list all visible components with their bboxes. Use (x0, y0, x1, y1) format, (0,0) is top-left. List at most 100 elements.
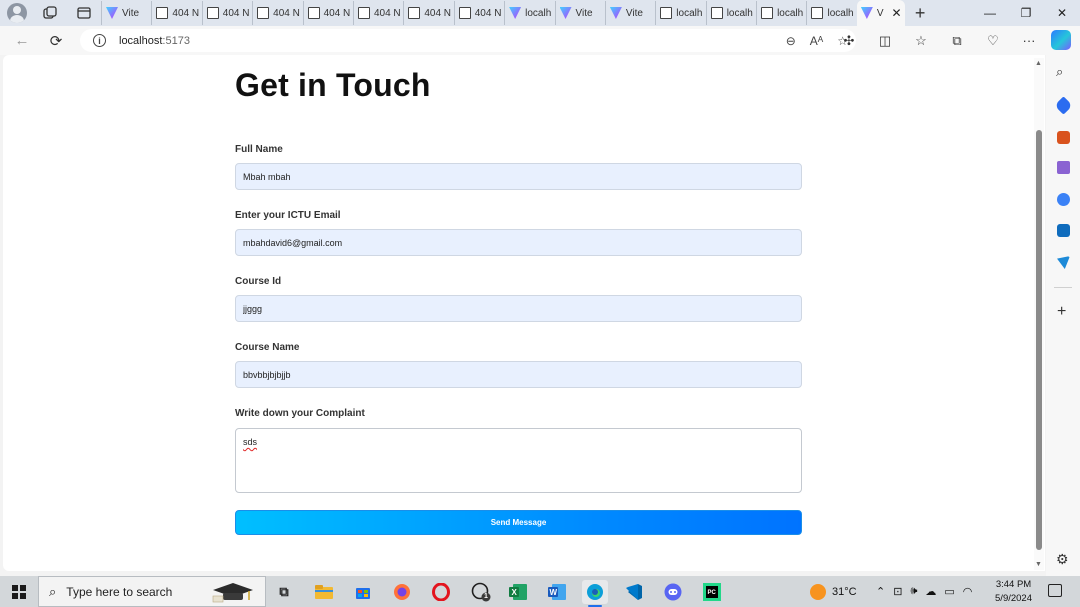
word-icon[interactable]: W (544, 580, 570, 604)
shopping-tag-icon[interactable] (1054, 96, 1073, 115)
sidebar-settings-icon[interactable]: ⚙ (1056, 551, 1069, 568)
tab-12[interactable]: localh (655, 1, 705, 25)
tab-5[interactable]: 404 N (302, 1, 353, 25)
complaint-textarea[interactable]: sds (235, 428, 802, 493)
refresh-button[interactable]: ⟳ (42, 29, 70, 53)
browser-toolbar-icons: ✣ ◫ ☆ ⧉ ♡ ··· (838, 26, 1040, 55)
address-bar[interactable]: i localhost:5173 ⊖ Aᴬ ☆ (80, 29, 856, 52)
email-label: Enter your ICTU Email (235, 210, 341, 221)
tab-6[interactable]: 404 N (352, 1, 403, 25)
vite-icon (860, 7, 873, 19)
pycharm-icon[interactable]: PC (699, 580, 725, 604)
whatsapp-badge: 1 (484, 593, 488, 600)
extensions-icon[interactable]: ✣ (838, 33, 860, 49)
more-menu-icon[interactable]: ··· (1018, 33, 1040, 48)
notification-center-icon[interactable] (1048, 584, 1062, 597)
favorites-icon[interactable]: ☆ (910, 33, 932, 49)
zoom-out-icon[interactable]: ⊖ (786, 34, 796, 48)
clock-date: 5/9/2024 (995, 593, 1032, 604)
tools-briefcase-icon[interactable] (1057, 131, 1070, 144)
workspaces-icon[interactable] (39, 2, 61, 24)
page-scrollbar[interactable]: ▲ ▼ (1034, 58, 1044, 570)
sidebar-divider (1054, 287, 1072, 288)
tab-8[interactable]: 404 N (453, 1, 504, 25)
windows-start-icon[interactable] (12, 585, 26, 599)
opera-icon[interactable] (428, 580, 454, 604)
tab-11[interactable]: Vite (604, 1, 655, 25)
read-aloud-icon[interactable]: Aᴬ (810, 34, 823, 48)
tab-2[interactable]: 404 N (151, 1, 201, 25)
office-icon[interactable] (1057, 193, 1070, 206)
tab-15[interactable]: localh (806, 1, 856, 25)
tab-14[interactable]: localh (756, 1, 806, 25)
whatsapp-icon[interactable]: 1 (468, 580, 494, 604)
site-info-icon[interactable]: i (93, 34, 106, 47)
page-icon (206, 7, 219, 19)
outlook-icon[interactable] (1057, 224, 1070, 237)
send-message-button[interactable]: Send Message (235, 510, 802, 535)
games-icon[interactable] (1057, 161, 1070, 174)
taskbar-search-box[interactable]: ⌕ Type here to search (38, 576, 266, 607)
course-id-input[interactable] (235, 295, 802, 322)
collections-icon[interactable]: ⧉ (946, 33, 968, 49)
speaker-icon[interactable]: 🕪 (910, 585, 917, 598)
svg-text:X: X (512, 588, 518, 597)
weather-temperature: 31°C (832, 585, 857, 598)
minimize-icon[interactable]: — (972, 0, 1008, 26)
browser-essentials-icon[interactable]: ♡ (982, 33, 1004, 49)
battery-icon[interactable]: ▭ (944, 585, 954, 598)
tab-10[interactable]: Vite (554, 1, 605, 25)
system-clock[interactable]: 3:44 PM 5/9/2024 (995, 578, 1032, 606)
weather-widget[interactable]: 31°C (810, 576, 857, 607)
page-icon (710, 7, 723, 19)
meet-now-icon[interactable]: ⊡ (893, 585, 902, 598)
taskbar-search-placeholder: Type here to search (66, 584, 173, 599)
show-hidden-icons-chevron-icon[interactable]: ⌃ (876, 585, 885, 598)
microsoft-store-icon[interactable] (350, 580, 376, 604)
tab-label: 404 N (323, 7, 351, 19)
task-view-icon[interactable]: ⧉ (271, 580, 297, 604)
close-tab-icon[interactable]: ✕ (892, 6, 902, 20)
tab-13[interactable]: localh (705, 1, 756, 25)
new-tab-button[interactable]: + (915, 3, 926, 24)
vscode-icon[interactable] (621, 580, 647, 604)
tab-9[interactable]: localh (504, 1, 554, 25)
page-icon (307, 7, 320, 19)
email-input[interactable] (235, 229, 802, 256)
file-explorer-icon[interactable] (311, 580, 337, 604)
search-icon[interactable]: ⌕ (1056, 64, 1063, 80)
back-button[interactable]: ← (8, 29, 36, 53)
excel-icon[interactable]: X (505, 580, 531, 604)
restore-icon[interactable]: ❐ (1008, 0, 1044, 26)
firefox-icon[interactable] (389, 580, 415, 604)
tab-label: localh (726, 7, 753, 19)
course-name-input[interactable] (235, 361, 802, 388)
copilot-icon[interactable] (1051, 30, 1071, 50)
page-viewport: Get in Touch Full Name Enter your ICTU E… (3, 55, 1045, 571)
edge-browser-icon[interactable] (582, 580, 608, 607)
url-text[interactable]: localhost:5173 (119, 35, 190, 47)
tab-1[interactable]: Vite (101, 1, 151, 25)
scroll-down-icon[interactable]: ▼ (1035, 561, 1042, 568)
browser-tab-strip: Vite 404 N 404 N 404 N 404 N 404 N 404 N 404 N l… (0, 0, 1080, 26)
discord-icon[interactable] (660, 580, 686, 604)
split-screen-icon[interactable]: ◫ (874, 33, 896, 49)
full-name-input[interactable] (235, 163, 802, 190)
page-icon (156, 7, 169, 19)
tab-7[interactable]: 404 N (403, 1, 453, 25)
scroll-thumb[interactable] (1036, 130, 1042, 550)
scroll-up-icon[interactable]: ▲ (1035, 60, 1042, 67)
close-window-icon[interactable]: ✕ (1044, 0, 1080, 26)
profile-avatar[interactable] (7, 3, 27, 23)
tab-4[interactable]: 404 N (252, 1, 302, 25)
add-sidebar-app-icon[interactable]: + (1057, 303, 1066, 321)
tab-list: Vite 404 N 404 N 404 N 404 N 404 N 404 N 404 N l… (101, 0, 857, 26)
onedrive-cloud-icon[interactable]: ☁ (925, 585, 936, 598)
tab-actions-icon[interactable] (73, 2, 95, 24)
tab-active[interactable]: V ✕ (856, 0, 905, 26)
tab-label: localh (777, 7, 804, 19)
tab-label: V (876, 7, 884, 19)
wifi-icon[interactable]: ◠ (963, 585, 973, 598)
tab-3[interactable]: 404 N (201, 1, 252, 25)
telegram-send-icon[interactable] (1057, 256, 1070, 269)
